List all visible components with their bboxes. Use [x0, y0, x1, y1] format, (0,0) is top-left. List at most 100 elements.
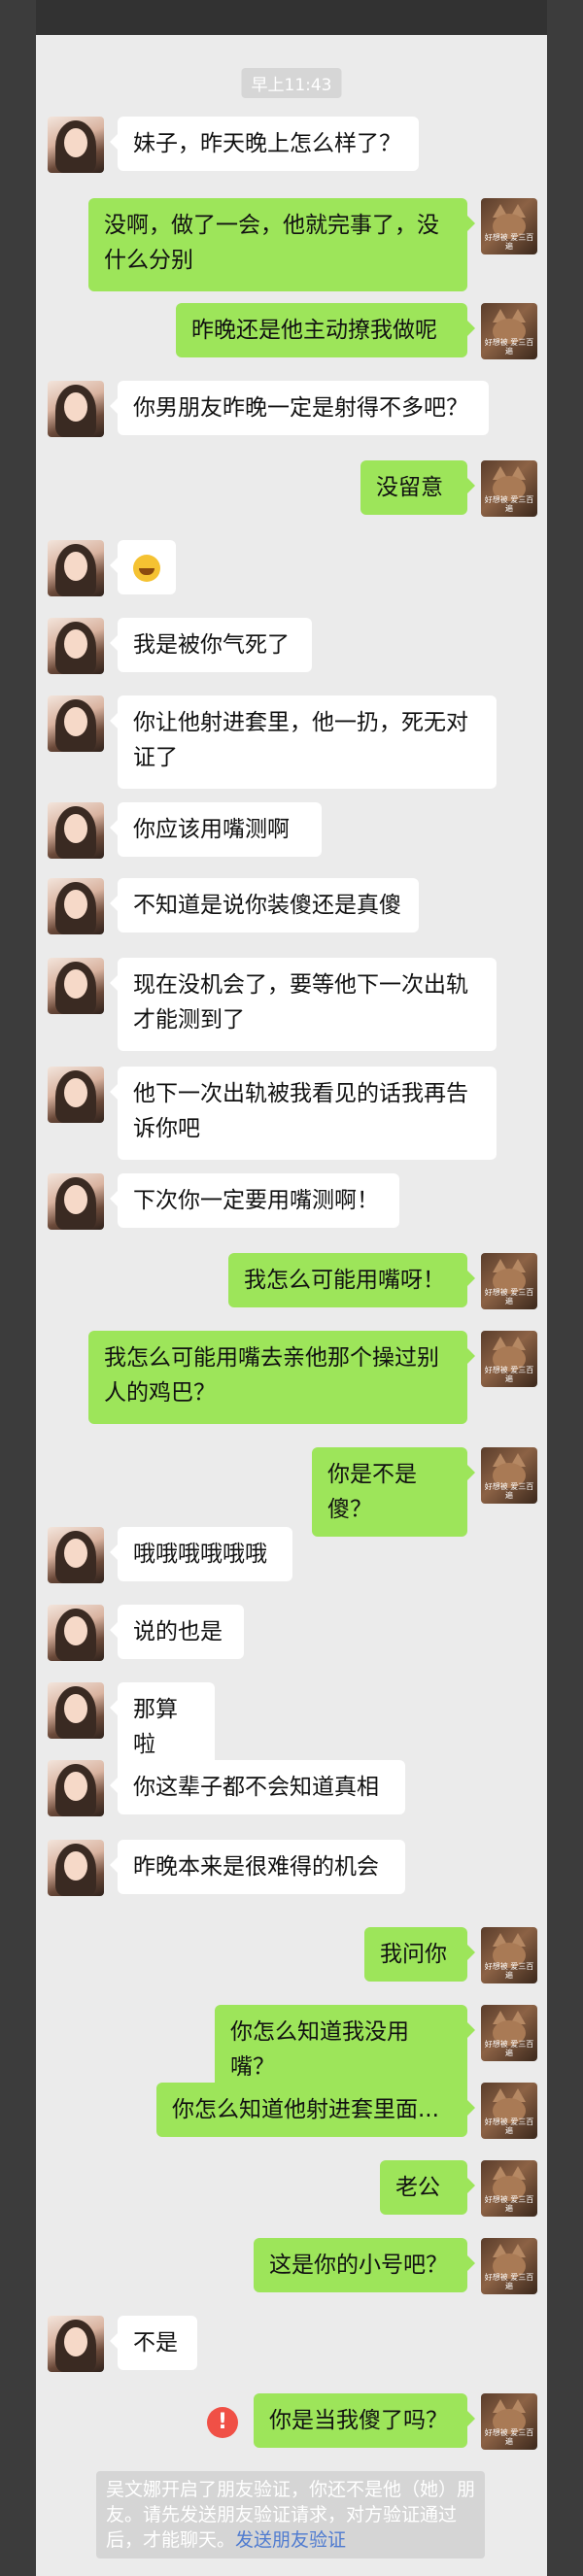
- avatar-caption: 好想被 爱三百遍: [484, 2195, 534, 2213]
- girl-avatar[interactable]: [48, 695, 104, 752]
- girl-avatar[interactable]: [48, 1605, 104, 1661]
- girl-avatar[interactable]: [48, 117, 104, 173]
- incoming-message-bubble[interactable]: 不知道是说你装傻还是真傻: [110, 878, 419, 932]
- message-text: 你应该用嘴测啊: [133, 817, 290, 842]
- outgoing-message-bubble[interactable]: 没留意: [360, 460, 475, 515]
- avatar-caption: 好想被 爱三百遍: [484, 1288, 534, 1305]
- timestamp: 早上11:43: [241, 68, 342, 98]
- avatar-caption: 好想被 爱三百遍: [484, 495, 534, 513]
- incoming-message-bubble[interactable]: 说的也是: [110, 1605, 244, 1659]
- incoming-message-bubble[interactable]: 你这辈子都不会知道真相: [110, 1760, 405, 1814]
- girl-avatar[interactable]: [48, 618, 104, 674]
- girl-avatar[interactable]: [48, 958, 104, 1014]
- girl-avatar[interactable]: [48, 1067, 104, 1123]
- outgoing-message-bubble[interactable]: 你怎么知道我没用嘴？: [215, 2005, 475, 2094]
- incoming-message-bubble[interactable]: 你应该用嘴测啊: [110, 802, 322, 857]
- outgoing-message-bubble[interactable]: 我问你: [364, 1927, 475, 1982]
- message-text: 这是你的小号吧？: [269, 2253, 448, 2278]
- girl-avatar[interactable]: [48, 1173, 104, 1230]
- message-text: 我问你: [380, 1942, 447, 1967]
- message-text: 我是被你气死了: [133, 632, 290, 658]
- incoming-message-bubble[interactable]: 下次你一定要用嘴测啊！: [110, 1173, 399, 1228]
- title-bar: [36, 0, 547, 35]
- incoming-message-bubble[interactable]: 你男朋友昨晚一定是射得不多吧？: [110, 381, 489, 435]
- message-text: 我怎么可能用嘴去亲他那个操过别人的鸡巴？: [104, 1345, 439, 1406]
- avatar-caption: 好想被 爱三百遍: [484, 1962, 534, 1980]
- girl-avatar[interactable]: [48, 381, 104, 437]
- send-verification-link[interactable]: 发送朋友验证: [235, 2529, 346, 2551]
- message-text: 你怎么知道他射进套里面...: [172, 2097, 439, 2122]
- avatar-caption: 好想被 爱三百遍: [484, 1482, 534, 1500]
- outgoing-message-bubble[interactable]: 你怎么知道他射进套里面...: [156, 2083, 475, 2137]
- message-text: 那算啦: [133, 1697, 178, 1757]
- message-text: 你怎么知道我没用嘴？: [230, 2019, 409, 2080]
- system-notice: 吴文娜开启了朋友验证，你还不是他（她）朋友。请先发送朋友验证请求，对方验证通过后…: [96, 2471, 485, 2559]
- cat-avatar[interactable]: 好想被 爱三百遍: [481, 303, 537, 359]
- cat-avatar[interactable]: 好想被 爱三百遍: [481, 2005, 537, 2061]
- incoming-message-bubble[interactable]: 你让他射进套里，他一扔，死无对证了: [110, 695, 497, 789]
- avatar-caption: 好想被 爱三百遍: [484, 2040, 534, 2057]
- cat-avatar[interactable]: 好想被 爱三百遍: [481, 2160, 537, 2217]
- avatar-caption: 好想被 爱三百遍: [484, 338, 534, 356]
- avatar-caption: 好想被 爱三百遍: [484, 233, 534, 251]
- cat-avatar[interactable]: 好想被 爱三百遍: [481, 1447, 537, 1504]
- cat-avatar[interactable]: 好想被 爱三百遍: [481, 1927, 537, 1983]
- girl-avatar[interactable]: [48, 1527, 104, 1583]
- cat-avatar[interactable]: 好想被 爱三百遍: [481, 198, 537, 254]
- cat-avatar[interactable]: 好想被 爱三百遍: [481, 460, 537, 517]
- incoming-message-bubble[interactable]: [110, 540, 176, 594]
- girl-avatar[interactable]: [48, 1840, 104, 1896]
- cat-avatar[interactable]: 好想被 爱三百遍: [481, 1331, 537, 1387]
- avatar-caption: 好想被 爱三百遍: [484, 2428, 534, 2446]
- message-text: 现在没机会了，要等他下一次出轨才能测到了: [133, 972, 468, 1033]
- message-text: 没啊，做了一会，他就完事了，没什么分别: [104, 213, 439, 273]
- message-text: 说的也是: [133, 1619, 223, 1644]
- message-text: 你男朋友昨晚一定是射得不多吧？: [133, 395, 468, 421]
- message-text: 没留意: [376, 475, 443, 500]
- message-text: 老公: [395, 2175, 440, 2200]
- message-text: 你是当我傻了吗？: [269, 2408, 448, 2433]
- message-text: 昨晚本来是很难得的机会: [133, 1854, 379, 1880]
- outgoing-message-bubble[interactable]: 你是当我傻了吗？: [254, 2393, 475, 2448]
- incoming-message-bubble[interactable]: 不是: [110, 2316, 197, 2370]
- cat-avatar[interactable]: 好想被 爱三百遍: [481, 2083, 537, 2139]
- message-text: 你这辈子都不会知道真相: [133, 1775, 379, 1800]
- incoming-message-bubble[interactable]: 我是被你气死了: [110, 618, 312, 672]
- incoming-message-bubble[interactable]: 那算啦: [110, 1682, 215, 1772]
- outgoing-message-bubble[interactable]: 我怎么可能用嘴呀！: [228, 1253, 475, 1307]
- girl-avatar[interactable]: [48, 2316, 104, 2372]
- avatar-caption: 好想被 爱三百遍: [484, 2273, 534, 2290]
- message-text: 你让他射进套里，他一扔，死无对证了: [133, 710, 468, 770]
- girl-avatar[interactable]: [48, 1682, 104, 1739]
- outgoing-message-bubble[interactable]: 这是你的小号吧？: [254, 2238, 475, 2292]
- outgoing-message-bubble[interactable]: 没啊，做了一会，他就完事了，没什么分别: [88, 198, 475, 291]
- cat-avatar[interactable]: 好想被 爱三百遍: [481, 2393, 537, 2450]
- cat-avatar[interactable]: 好想被 爱三百遍: [481, 2238, 537, 2294]
- cat-avatar[interactable]: 好想被 爱三百遍: [481, 1253, 537, 1309]
- message-text: 下次你一定要用嘴测啊！: [133, 1188, 379, 1213]
- incoming-message-bubble[interactable]: 妹子，昨天晚上怎么样了？: [110, 117, 419, 171]
- outgoing-message-bubble[interactable]: 老公: [380, 2160, 475, 2215]
- incoming-message-bubble[interactable]: 现在没机会了，要等他下一次出轨才能测到了: [110, 958, 497, 1051]
- chat-window: 早上11:43 妹子，昨天晚上怎么样了？ 好想被 爱三百遍 没啊，做了一会，他就完事…: [36, 0, 547, 2576]
- girl-avatar[interactable]: [48, 540, 104, 596]
- girl-avatar[interactable]: [48, 1760, 104, 1816]
- message-text: 妹子，昨天晚上怎么样了？: [133, 131, 401, 156]
- girl-avatar[interactable]: [48, 802, 104, 859]
- outgoing-message-bubble[interactable]: 你是不是傻？: [312, 1447, 475, 1537]
- incoming-message-bubble[interactable]: 他下一次出轨被我看见的话我再告诉你吧: [110, 1067, 497, 1160]
- incoming-message-bubble[interactable]: 昨晚本来是很难得的机会: [110, 1840, 405, 1894]
- message-text: 他下一次出轨被我看见的话我再告诉你吧: [133, 1081, 468, 1141]
- message-text: 昨晚还是他主动撩我做呢: [191, 318, 437, 343]
- incoming-message-bubble[interactable]: 哦哦哦哦哦哦: [110, 1527, 292, 1581]
- outgoing-message-bubble[interactable]: 我怎么可能用嘴去亲他那个操过别人的鸡巴？: [88, 1331, 475, 1424]
- message-text: 不是: [133, 2330, 178, 2356]
- grin-emoji: [133, 554, 160, 582]
- message-text: 我怎么可能用嘴呀！: [244, 1268, 445, 1293]
- exclamation-icon[interactable]: !: [207, 2407, 238, 2438]
- girl-avatar[interactable]: [48, 878, 104, 934]
- message-text: 你是不是傻？: [327, 1462, 417, 1522]
- message-text: 不知道是说你装傻还是真傻: [133, 893, 401, 918]
- avatar-caption: 好想被 爱三百遍: [484, 1366, 534, 1383]
- outgoing-message-bubble[interactable]: 昨晚还是他主动撩我做呢: [176, 303, 475, 357]
